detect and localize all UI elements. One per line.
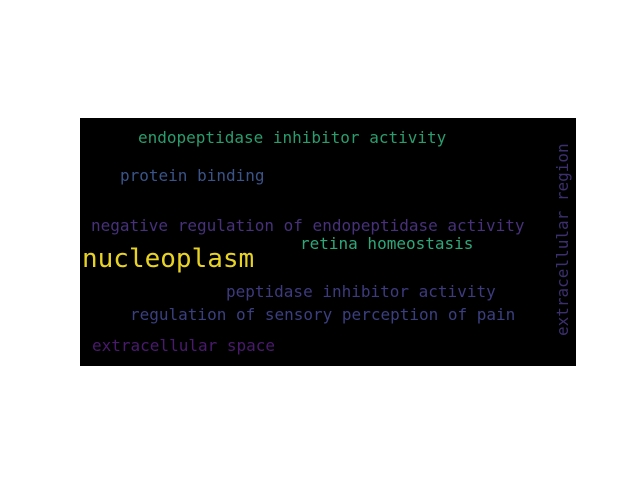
word-endopeptidase-inhibitor-activity: endopeptidase inhibitor activity — [138, 128, 447, 147]
word-cloud-panel: endopeptidase inhibitor activity protein… — [80, 118, 576, 366]
word-protein-binding: protein binding — [120, 166, 265, 185]
word-peptidase-inhibitor-activity: peptidase inhibitor activity — [226, 282, 496, 301]
word-extracellular-region: extracellular region — [553, 143, 572, 336]
word-retina-homeostasis: retina homeostasis — [300, 234, 474, 253]
word-extracellular-space: extracellular space — [92, 336, 276, 355]
word-regulation-of-sensory-perception-of-pain: regulation of sensory perception of pain — [130, 305, 516, 324]
word-negative-regulation-of-endopeptidase-activity: negative regulation of endopeptidase act… — [91, 216, 525, 235]
word-nucleoplasm: nucleoplasm — [82, 244, 255, 274]
